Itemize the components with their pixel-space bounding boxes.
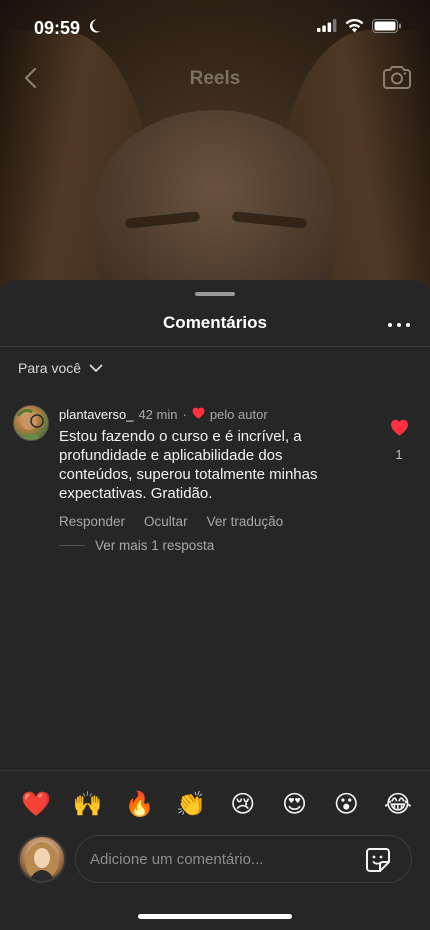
view-replies-button[interactable]: Ver mais 1 resposta xyxy=(59,538,214,553)
status-bar: 09:59 xyxy=(0,0,430,56)
comment-input[interactable] xyxy=(90,836,350,882)
video-face xyxy=(95,110,335,300)
status-icons xyxy=(317,18,402,38)
emoji-laughing-button[interactable]: 😂 xyxy=(380,786,416,822)
home-indicator[interactable] xyxy=(138,914,292,919)
emoji-heart-eyes-button[interactable]: 😍 xyxy=(277,786,313,822)
reels-top-nav: Reels xyxy=(0,60,430,100)
like-count: 1 xyxy=(395,447,403,462)
emoji-fire-button[interactable]: 🔥 xyxy=(121,786,157,822)
reply-button[interactable]: Responder xyxy=(59,514,125,529)
view-replies-label: Ver mais 1 resposta xyxy=(95,538,215,553)
camera-icon xyxy=(383,64,411,95)
meta-separator: · xyxy=(182,406,187,422)
heart-filled-icon xyxy=(192,407,205,422)
emoji-bar-divider xyxy=(0,770,430,771)
hide-button[interactable]: Ocultar xyxy=(144,514,188,529)
translate-button[interactable]: Ver tradução xyxy=(207,514,284,529)
signal-icon xyxy=(317,19,337,37)
wifi-icon xyxy=(345,18,364,38)
more-icon-dot xyxy=(406,323,410,327)
sticker-icon[interactable] xyxy=(365,847,391,873)
comment-actions: Responder Ocultar Ver tradução xyxy=(59,514,379,529)
sheet-header: Comentários xyxy=(0,310,430,350)
more-icon-dot xyxy=(388,323,392,327)
reels-title: Reels xyxy=(189,68,241,89)
filter-label: Para você xyxy=(18,360,82,376)
status-time-text: 09:59 xyxy=(34,17,81,38)
comment-filter-dropdown[interactable]: Para você xyxy=(18,360,103,376)
comment-time: 42 min xyxy=(138,406,178,422)
comment-body: plantaverso_ 42 min · pelo autor Estou f… xyxy=(59,405,379,530)
liked-by-author-label: pelo autor xyxy=(209,406,268,422)
emoji-surprised-button[interactable]: 😮 xyxy=(328,786,364,822)
sheet-grabber-handle[interactable] xyxy=(195,292,235,296)
emoji-raised-hands-button[interactable]: 🙌 xyxy=(70,786,106,822)
heart-filled-icon[interactable] xyxy=(390,419,409,441)
chevron-down-icon xyxy=(89,360,103,376)
emoji-heart-button[interactable]: ❤️ xyxy=(18,786,54,822)
comment-input-row xyxy=(0,834,430,884)
commenter-avatar[interactable] xyxy=(13,405,49,441)
emoji-crying-button[interactable]: 😢 xyxy=(225,786,261,822)
sheet-divider xyxy=(0,346,430,347)
comment-meta: plantaverso_ 42 min · pelo autor xyxy=(59,405,379,423)
comment-input-container xyxy=(75,835,412,883)
status-time: 09:59 xyxy=(34,18,102,39)
emoji-quick-bar: ❤️ 🙌 🔥 👏 😢 😍 😮 😂 xyxy=(0,784,430,824)
moon-icon xyxy=(86,18,102,39)
current-user-avatar xyxy=(18,835,66,883)
sheet-title: Comentários xyxy=(163,313,267,332)
replies-divider-line xyxy=(59,545,85,546)
camera-button[interactable] xyxy=(382,64,412,94)
comment-username[interactable]: plantaverso_ xyxy=(59,407,133,422)
more-options-button[interactable] xyxy=(388,318,410,332)
comment-text: Estou fazendo o curso e é incrível, a pr… xyxy=(59,428,318,502)
emoji-clap-button[interactable]: 👏 xyxy=(173,786,209,822)
comment-like[interactable]: 1 xyxy=(388,419,410,462)
battery-icon xyxy=(372,18,402,38)
more-icon-dot xyxy=(397,323,401,327)
comments-sheet: Comentários Para você plantaverso_ 42 mi… xyxy=(0,280,430,930)
